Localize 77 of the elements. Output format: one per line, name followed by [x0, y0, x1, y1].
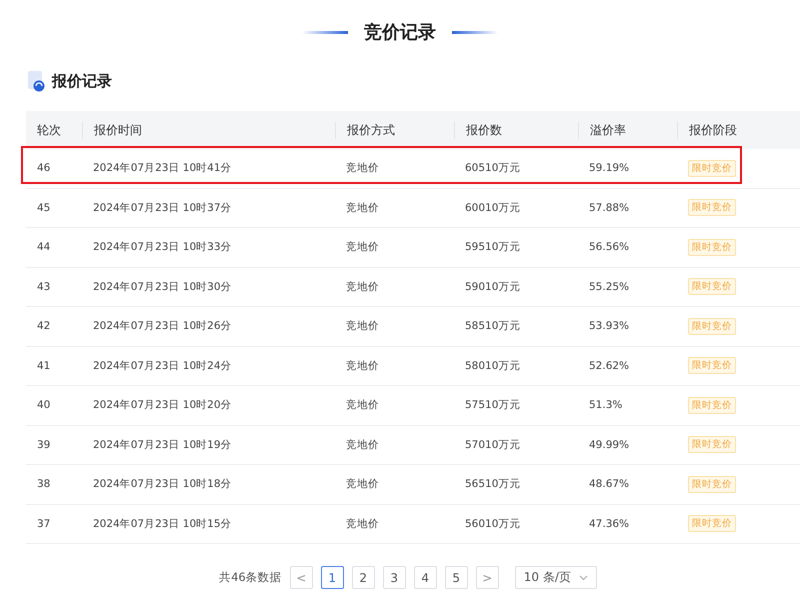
stage-tag: 限时竞价	[688, 199, 736, 216]
table-cell-text: 2024年07月23日 10时24分	[92, 358, 233, 373]
table-cell-text: 56.56%	[588, 241, 630, 254]
document-icon	[26, 70, 46, 92]
table-cell-text: 竞地价	[345, 438, 380, 452]
stage-tag: 限时竞价	[688, 396, 736, 414]
table-cell-text: 46	[36, 162, 52, 174]
table-cell-text: 2024年07月23日 10时20分	[92, 398, 233, 412]
table-cell-text: 44	[36, 241, 52, 254]
table-cell-text: 39	[36, 438, 52, 451]
table-cell-text: 2024年07月23日 10时33分	[92, 240, 233, 254]
table-cell-text: 60510万元	[464, 161, 522, 176]
table-cell-text: 55.25%	[588, 280, 630, 293]
section-title: 报价记录	[52, 72, 112, 90]
table-cell-text: 竞地价	[345, 240, 380, 254]
column-header: 报价时间	[82, 122, 335, 138]
stage-tag: 限时竞价	[688, 160, 736, 177]
table-cell-text: 2024年07月23日 10时30分	[92, 280, 233, 294]
page-button[interactable]: 5	[444, 566, 468, 589]
stage-tag: 限时竞价	[688, 318, 736, 335]
table-cell-text: 60010万元	[464, 200, 522, 215]
table-cell-text: 竞地价	[345, 398, 380, 412]
table-cell-text: 2024年07月23日 10时26分	[92, 319, 233, 334]
table-cell-text: 57510万元	[464, 398, 522, 412]
table-cell-text: 59510万元	[464, 240, 522, 254]
table-cell-text: 竞地价	[345, 280, 380, 294]
table-cell-text: 59010万元	[464, 280, 522, 294]
page-size-select[interactable]: 10 条/页	[514, 566, 597, 589]
table-cell-text: 竞地价	[345, 161, 380, 176]
table-cell-text: 竞地价	[345, 477, 380, 492]
table-cell-text: 53.93%	[588, 320, 630, 332]
stage-tag: 限时竞价	[688, 515, 736, 532]
column-header: 轮次	[36, 122, 62, 138]
table-cell-text: 43	[36, 280, 52, 293]
table-cell-text: 59.19%	[588, 162, 630, 174]
chevron-down-icon	[578, 574, 588, 580]
total-count: 共46条数据	[219, 570, 282, 585]
table-cell-text: 37	[36, 518, 52, 530]
page-title: 竞价记录	[364, 21, 436, 44]
table-cell-text: 47.36%	[588, 518, 630, 530]
table-cell-text: 58010万元	[464, 358, 522, 373]
table-cell-text: 竞地价	[345, 319, 380, 334]
column-header: 报价阶段	[677, 122, 800, 138]
stage-tag: 限时竞价	[688, 238, 736, 256]
table-cell-text: 2024年07月23日 10时41分	[92, 161, 233, 176]
stage-tag: 限时竞价	[688, 436, 736, 454]
stage-tag: 限时竞价	[688, 278, 736, 296]
column-header: 溢价率	[578, 122, 677, 138]
table-cell-text: 56510万元	[464, 477, 522, 492]
stage-tag: 限时竞价	[688, 357, 736, 374]
table-cell-text: 41	[36, 360, 52, 372]
page-button[interactable]: 3	[382, 566, 406, 589]
table-cell-text: 40	[36, 399, 52, 412]
table-cell-text: 2024年07月23日 10时18分	[92, 477, 233, 492]
table-cell-text: 52.62%	[588, 360, 630, 372]
page-button[interactable]: 4	[414, 566, 437, 589]
page-button[interactable]: 2	[352, 566, 375, 589]
table-cell-text: 2024年07月23日 10时19分	[92, 438, 233, 452]
table-cell-text: 58510万元	[464, 319, 522, 334]
column-header: 报价数	[454, 122, 578, 138]
table-cell-text: 42	[36, 320, 52, 332]
table-cell-text: 49.99%	[588, 438, 630, 451]
table-cell-text: 57.88%	[588, 202, 630, 214]
table-cell-text: 38	[36, 478, 52, 490]
table-cell-text: 48.67%	[588, 478, 630, 490]
table-cell-text: 51.3%	[588, 399, 624, 412]
table-cell-text: 竞地价	[345, 516, 380, 531]
column-header: 报价方式	[335, 122, 454, 138]
table-cell-text: 57010万元	[464, 438, 522, 452]
table-cell-text: 56010万元	[464, 516, 522, 531]
table-cell-text: 45	[36, 202, 52, 214]
table-cell-text: 2024年07月23日 10时37分	[92, 200, 233, 215]
page-button[interactable]: 1	[320, 566, 344, 589]
table-cell-text: 竞地价	[345, 358, 380, 373]
table-cell-text: 竞地价	[345, 200, 380, 215]
stage-tag: 限时竞价	[688, 476, 736, 493]
table-cell-text: 2024年07月23日 10时15分	[92, 516, 233, 531]
